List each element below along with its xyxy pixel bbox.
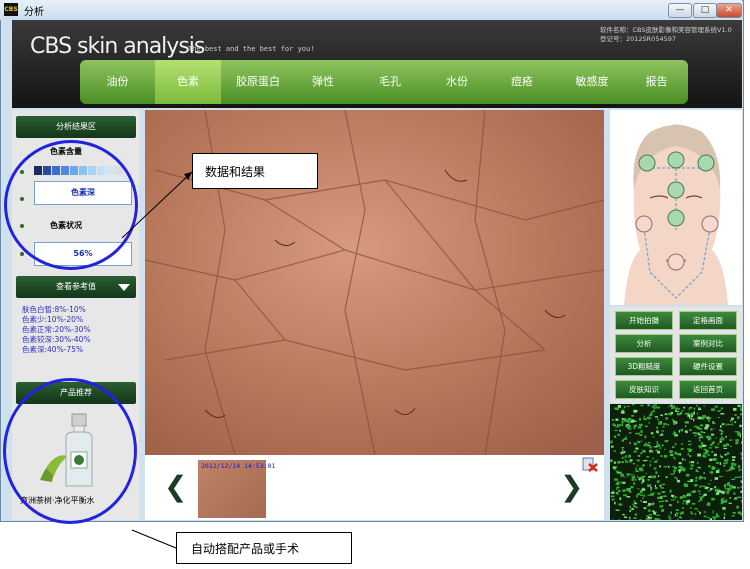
highlight-circle-results — [4, 140, 138, 270]
prev-image-button[interactable]: ❮ — [164, 470, 187, 503]
reference-value-item: 色素正常:20%-30% — [22, 325, 91, 334]
freeze-frame-button[interactable]: 定格画面 — [679, 311, 737, 330]
callout-data-results: 数据和结果 — [192, 153, 318, 189]
callout-auto-product: 自动搭配产品或手术 — [176, 532, 352, 564]
callout-pointer-line — [131, 529, 177, 549]
thumbnail-timestamp: 2012/12/14 14:53:01 — [201, 462, 276, 470]
software-info: 软件名称：CBS皮肤影像和美容管理系统V1.0 登记号：2012SR054597 — [600, 26, 732, 44]
reference-value-item: 色素少:10%-20% — [22, 315, 84, 324]
highlight-circle-product — [3, 378, 137, 524]
tab-oil[interactable]: 油份 — [80, 60, 155, 104]
callout-pointer-line — [121, 171, 193, 239]
brand-tagline: The best and the best for you! — [188, 45, 315, 53]
reference-value-item: 肤色白皙:8%-10% — [22, 305, 86, 314]
case-compare-button[interactable]: 案例对比 — [679, 334, 737, 353]
reference-values-list: 肤色白皙:8%-10% 色素少:10%-20% 色素正常:20%-30% 色素较… — [22, 305, 91, 355]
analyze-button[interactable]: 分析 — [615, 334, 673, 353]
main-nav: 油份 色素 胶原蛋白 弹性 毛孔 水份 痘疮 敏感度 报告 — [80, 60, 688, 104]
software-name: 软件名称：CBS皮肤影像和美容管理系统V1.0 — [600, 26, 732, 34]
brand-logo: CBS skin analysis — [30, 34, 205, 59]
tab-pores[interactable]: 毛孔 — [351, 60, 429, 104]
face-zone-map[interactable] — [610, 110, 742, 305]
close-button[interactable]: ✕ — [716, 3, 742, 18]
skin-knowledge-button[interactable]: 皮肤知识 — [615, 380, 673, 399]
home-button[interactable]: 返回首页 — [679, 380, 737, 399]
tab-sensitivity[interactable]: 敏感度 — [559, 60, 625, 104]
tab-moisture[interactable]: 水份 — [429, 60, 485, 104]
tab-elasticity[interactable]: 弹性 — [295, 60, 351, 104]
reference-values-label: 查看参考值 — [56, 282, 96, 291]
window-title: 分析 — [24, 7, 44, 18]
delete-image-icon[interactable] — [582, 456, 598, 472]
bullet-icon — [20, 252, 24, 256]
app-icon: CBS — [4, 3, 18, 16]
hardware-settings-button[interactable]: 硬件设置 — [679, 357, 737, 376]
tab-pigment[interactable]: 色素 — [155, 60, 221, 104]
action-button-grid: 开始拍摄 定格画面 分析 案例对比 3D粗糙度 硬件设置 皮肤知识 返回首页 — [610, 307, 742, 403]
maximize-button[interactable]: □ — [693, 3, 717, 18]
registration-number: 登记号：2012SR054597 — [600, 35, 676, 43]
results-header: 分析结果区 — [16, 116, 136, 138]
tab-report[interactable]: 报告 — [625, 60, 688, 104]
tab-acne[interactable]: 痘疮 — [485, 60, 559, 104]
pigment-heatmap-image — [610, 404, 742, 520]
start-capture-button[interactable]: 开始拍摄 — [615, 311, 673, 330]
reference-value-item: 色素较深:30%-40% — [22, 335, 91, 344]
minimize-button[interactable]: — — [668, 3, 692, 18]
tab-collagen[interactable]: 胶原蛋白 — [221, 60, 295, 104]
reference-value-item: 色素深:40%-75% — [22, 345, 84, 354]
next-image-button[interactable]: ❯ — [560, 470, 583, 503]
title-bar: CBS 分析 — □ ✕ — [0, 0, 742, 20]
dropdown-triangle-icon[interactable] — [118, 284, 130, 291]
roughness-3d-button[interactable]: 3D粗糙度 — [615, 357, 673, 376]
